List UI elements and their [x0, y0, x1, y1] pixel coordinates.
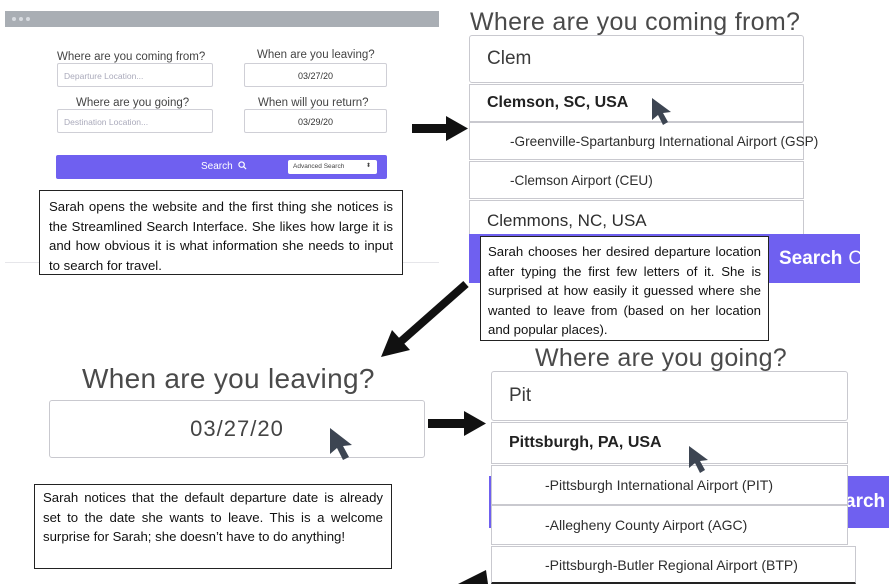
- flow-arrow-icon: [412, 116, 468, 141]
- mouse-cursor-icon: [652, 98, 671, 125]
- mouse-cursor-icon: [689, 446, 708, 473]
- flow-arrow-icon: [381, 281, 469, 357]
- flow-arrow-icon: [458, 570, 488, 584]
- flow-arrow-icon: [428, 411, 486, 436]
- mouse-cursor-icon: [330, 428, 352, 460]
- overlay-graphics: [330, 98, 708, 584]
